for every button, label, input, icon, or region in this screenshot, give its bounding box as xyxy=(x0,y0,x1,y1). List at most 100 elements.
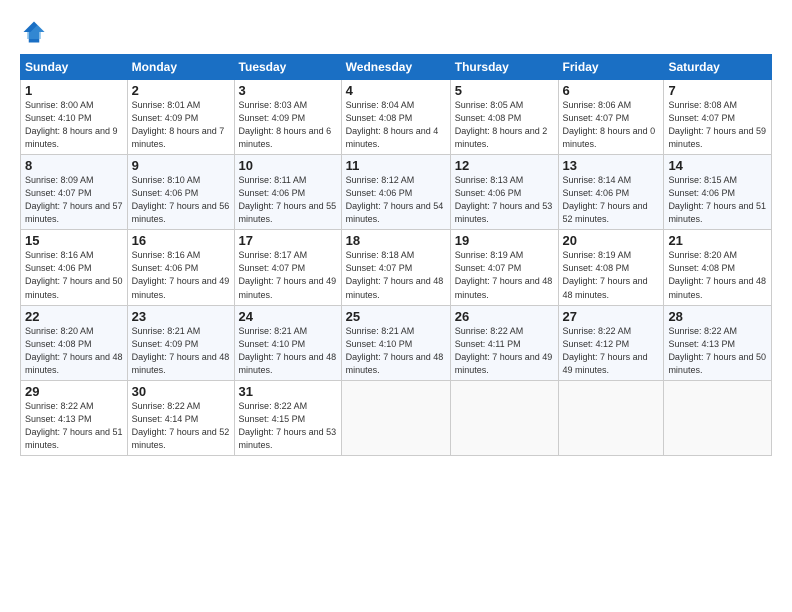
day-number: 24 xyxy=(239,309,337,324)
day-info: Sunrise: 8:09 AMSunset: 4:07 PMDaylight:… xyxy=(25,174,123,226)
col-header-sunday: Sunday xyxy=(21,55,128,80)
day-number: 2 xyxy=(132,83,230,98)
day-number: 26 xyxy=(455,309,554,324)
col-header-saturday: Saturday xyxy=(664,55,772,80)
day-number: 6 xyxy=(563,83,660,98)
day-number: 4 xyxy=(346,83,446,98)
day-info: Sunrise: 8:11 AMSunset: 4:06 PMDaylight:… xyxy=(239,174,337,226)
day-number: 30 xyxy=(132,384,230,399)
calendar-cell: 9Sunrise: 8:10 AMSunset: 4:06 PMDaylight… xyxy=(127,155,234,230)
day-number: 21 xyxy=(668,233,767,248)
logo-icon xyxy=(20,18,48,46)
calendar-cell: 31Sunrise: 8:22 AMSunset: 4:15 PMDayligh… xyxy=(234,380,341,455)
day-info: Sunrise: 8:04 AMSunset: 4:08 PMDaylight:… xyxy=(346,99,446,151)
page: SundayMondayTuesdayWednesdayThursdayFrid… xyxy=(0,0,792,612)
day-number: 20 xyxy=(563,233,660,248)
calendar-week-2: 8Sunrise: 8:09 AMSunset: 4:07 PMDaylight… xyxy=(21,155,772,230)
day-info: Sunrise: 8:20 AMSunset: 4:08 PMDaylight:… xyxy=(25,325,123,377)
calendar-cell: 16Sunrise: 8:16 AMSunset: 4:06 PMDayligh… xyxy=(127,230,234,305)
calendar-cell: 28Sunrise: 8:22 AMSunset: 4:13 PMDayligh… xyxy=(664,305,772,380)
calendar-cell xyxy=(664,380,772,455)
day-number: 5 xyxy=(455,83,554,98)
day-number: 7 xyxy=(668,83,767,98)
calendar-cell: 2Sunrise: 8:01 AMSunset: 4:09 PMDaylight… xyxy=(127,80,234,155)
day-info: Sunrise: 8:22 AMSunset: 4:13 PMDaylight:… xyxy=(668,325,767,377)
day-info: Sunrise: 8:05 AMSunset: 4:08 PMDaylight:… xyxy=(455,99,554,151)
day-info: Sunrise: 8:16 AMSunset: 4:06 PMDaylight:… xyxy=(132,249,230,301)
day-number: 23 xyxy=(132,309,230,324)
calendar-cell: 5Sunrise: 8:05 AMSunset: 4:08 PMDaylight… xyxy=(450,80,558,155)
day-number: 8 xyxy=(25,158,123,173)
day-number: 15 xyxy=(25,233,123,248)
calendar-cell: 30Sunrise: 8:22 AMSunset: 4:14 PMDayligh… xyxy=(127,380,234,455)
calendar-cell: 18Sunrise: 8:18 AMSunset: 4:07 PMDayligh… xyxy=(341,230,450,305)
day-info: Sunrise: 8:22 AMSunset: 4:14 PMDaylight:… xyxy=(132,400,230,452)
day-number: 18 xyxy=(346,233,446,248)
day-info: Sunrise: 8:00 AMSunset: 4:10 PMDaylight:… xyxy=(25,99,123,151)
day-number: 10 xyxy=(239,158,337,173)
day-number: 27 xyxy=(563,309,660,324)
calendar-cell: 10Sunrise: 8:11 AMSunset: 4:06 PMDayligh… xyxy=(234,155,341,230)
day-info: Sunrise: 8:19 AMSunset: 4:08 PMDaylight:… xyxy=(563,249,660,301)
calendar-cell: 8Sunrise: 8:09 AMSunset: 4:07 PMDaylight… xyxy=(21,155,128,230)
day-info: Sunrise: 8:13 AMSunset: 4:06 PMDaylight:… xyxy=(455,174,554,226)
calendar-cell: 11Sunrise: 8:12 AMSunset: 4:06 PMDayligh… xyxy=(341,155,450,230)
calendar-cell xyxy=(341,380,450,455)
day-info: Sunrise: 8:22 AMSunset: 4:11 PMDaylight:… xyxy=(455,325,554,377)
day-info: Sunrise: 8:21 AMSunset: 4:09 PMDaylight:… xyxy=(132,325,230,377)
day-info: Sunrise: 8:14 AMSunset: 4:06 PMDaylight:… xyxy=(563,174,660,226)
day-info: Sunrise: 8:16 AMSunset: 4:06 PMDaylight:… xyxy=(25,249,123,301)
calendar-cell: 26Sunrise: 8:22 AMSunset: 4:11 PMDayligh… xyxy=(450,305,558,380)
calendar-cell: 7Sunrise: 8:08 AMSunset: 4:07 PMDaylight… xyxy=(664,80,772,155)
calendar-week-1: 1Sunrise: 8:00 AMSunset: 4:10 PMDaylight… xyxy=(21,80,772,155)
col-header-wednesday: Wednesday xyxy=(341,55,450,80)
day-number: 17 xyxy=(239,233,337,248)
calendar-table: SundayMondayTuesdayWednesdayThursdayFrid… xyxy=(20,54,772,456)
calendar-cell: 24Sunrise: 8:21 AMSunset: 4:10 PMDayligh… xyxy=(234,305,341,380)
calendar-cell: 29Sunrise: 8:22 AMSunset: 4:13 PMDayligh… xyxy=(21,380,128,455)
day-number: 29 xyxy=(25,384,123,399)
calendar-cell xyxy=(450,380,558,455)
day-info: Sunrise: 8:15 AMSunset: 4:06 PMDaylight:… xyxy=(668,174,767,226)
calendar-cell: 6Sunrise: 8:06 AMSunset: 4:07 PMDaylight… xyxy=(558,80,664,155)
calendar-cell: 25Sunrise: 8:21 AMSunset: 4:10 PMDayligh… xyxy=(341,305,450,380)
calendar-cell: 13Sunrise: 8:14 AMSunset: 4:06 PMDayligh… xyxy=(558,155,664,230)
day-info: Sunrise: 8:03 AMSunset: 4:09 PMDaylight:… xyxy=(239,99,337,151)
day-info: Sunrise: 8:21 AMSunset: 4:10 PMDaylight:… xyxy=(346,325,446,377)
day-info: Sunrise: 8:22 AMSunset: 4:13 PMDaylight:… xyxy=(25,400,123,452)
header xyxy=(20,18,772,46)
day-info: Sunrise: 8:20 AMSunset: 4:08 PMDaylight:… xyxy=(668,249,767,301)
calendar-cell: 15Sunrise: 8:16 AMSunset: 4:06 PMDayligh… xyxy=(21,230,128,305)
calendar-cell: 12Sunrise: 8:13 AMSunset: 4:06 PMDayligh… xyxy=(450,155,558,230)
day-number: 25 xyxy=(346,309,446,324)
calendar-cell: 17Sunrise: 8:17 AMSunset: 4:07 PMDayligh… xyxy=(234,230,341,305)
day-info: Sunrise: 8:21 AMSunset: 4:10 PMDaylight:… xyxy=(239,325,337,377)
logo xyxy=(20,18,52,46)
calendar-cell: 22Sunrise: 8:20 AMSunset: 4:08 PMDayligh… xyxy=(21,305,128,380)
day-info: Sunrise: 8:06 AMSunset: 4:07 PMDaylight:… xyxy=(563,99,660,151)
calendar-cell: 4Sunrise: 8:04 AMSunset: 4:08 PMDaylight… xyxy=(341,80,450,155)
calendar-cell: 19Sunrise: 8:19 AMSunset: 4:07 PMDayligh… xyxy=(450,230,558,305)
day-number: 12 xyxy=(455,158,554,173)
col-header-thursday: Thursday xyxy=(450,55,558,80)
day-info: Sunrise: 8:22 AMSunset: 4:12 PMDaylight:… xyxy=(563,325,660,377)
day-number: 13 xyxy=(563,158,660,173)
calendar-cell xyxy=(558,380,664,455)
day-info: Sunrise: 8:10 AMSunset: 4:06 PMDaylight:… xyxy=(132,174,230,226)
day-number: 22 xyxy=(25,309,123,324)
day-number: 31 xyxy=(239,384,337,399)
calendar-cell: 23Sunrise: 8:21 AMSunset: 4:09 PMDayligh… xyxy=(127,305,234,380)
day-info: Sunrise: 8:22 AMSunset: 4:15 PMDaylight:… xyxy=(239,400,337,452)
day-number: 16 xyxy=(132,233,230,248)
day-info: Sunrise: 8:08 AMSunset: 4:07 PMDaylight:… xyxy=(668,99,767,151)
day-number: 28 xyxy=(668,309,767,324)
calendar-cell: 3Sunrise: 8:03 AMSunset: 4:09 PMDaylight… xyxy=(234,80,341,155)
day-number: 11 xyxy=(346,158,446,173)
day-info: Sunrise: 8:17 AMSunset: 4:07 PMDaylight:… xyxy=(239,249,337,301)
day-number: 1 xyxy=(25,83,123,98)
day-info: Sunrise: 8:12 AMSunset: 4:06 PMDaylight:… xyxy=(346,174,446,226)
day-number: 9 xyxy=(132,158,230,173)
day-number: 3 xyxy=(239,83,337,98)
calendar-cell: 21Sunrise: 8:20 AMSunset: 4:08 PMDayligh… xyxy=(664,230,772,305)
day-info: Sunrise: 8:18 AMSunset: 4:07 PMDaylight:… xyxy=(346,249,446,301)
